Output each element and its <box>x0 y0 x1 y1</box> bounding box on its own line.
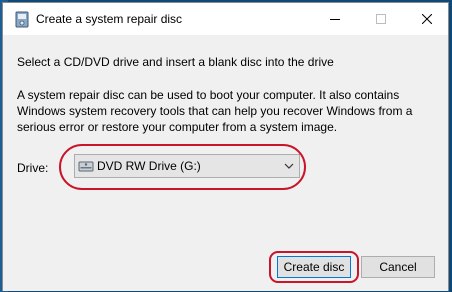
window-title: Create a system repair disc <box>36 12 183 26</box>
close-button[interactable] <box>404 3 450 34</box>
maximize-button[interactable] <box>358 3 404 34</box>
repair-disc-dialog: Create a system repair disc Select a CD/… <box>2 2 449 291</box>
drive-dropdown[interactable]: DVD RW Drive (G:) <box>74 154 300 178</box>
minimize-button[interactable] <box>312 3 358 34</box>
dialog-content: Select a CD/DVD drive and insert a blank… <box>3 35 448 245</box>
dvd-drive-icon <box>78 161 94 172</box>
maximize-icon <box>376 13 386 24</box>
cancel-button[interactable]: Cancel <box>361 256 435 278</box>
dialog-footer: Create disc Cancel <box>3 245 448 291</box>
drive-selected-value: DVD RW Drive (G:) <box>97 159 201 173</box>
repair-disc-icon <box>15 11 29 28</box>
minimize-icon <box>330 18 340 20</box>
title-bar[interactable]: Create a system repair disc <box>3 3 448 35</box>
drive-label: Drive: <box>17 161 49 175</box>
create-disc-button[interactable]: Create disc <box>277 256 351 278</box>
description-text: A system repair disc can be used to boot… <box>17 88 413 134</box>
instruction-text: Select a CD/DVD drive and insert a blank… <box>17 55 334 69</box>
close-icon <box>422 13 432 24</box>
chevron-down-icon <box>284 163 294 169</box>
